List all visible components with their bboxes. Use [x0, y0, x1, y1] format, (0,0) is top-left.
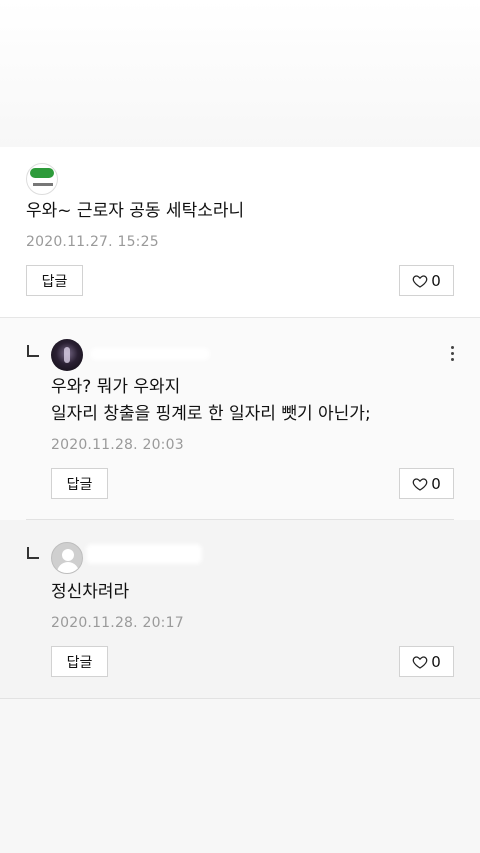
comment-date: 2020.11.28. 20:17: [51, 615, 184, 631]
reply-button[interactable]: 답글: [51, 646, 108, 677]
reply-comment-card: 우와? 뭐가 우와지 일자리 창출을 핑계로 한 일자리 뺏기 아닌가; 202…: [0, 318, 480, 520]
more-options-icon[interactable]: [451, 346, 455, 361]
reply-button[interactable]: 답글: [26, 265, 83, 296]
reply-button[interactable]: 답글: [51, 468, 108, 499]
like-button[interactable]: 0: [399, 265, 454, 296]
author-name-redacted: [90, 348, 210, 360]
avatar[interactable]: [51, 339, 83, 371]
like-count: 0: [431, 652, 441, 671]
author-name-redacted: [86, 544, 202, 564]
comment-text-line-1: 우와? 뭐가 우와지: [51, 377, 181, 397]
like-count: 0: [431, 474, 441, 493]
comment-text: 우와~ 근로자 공동 세탁소라니: [26, 201, 245, 221]
top-blank-area: [0, 0, 480, 147]
comment-card: 우와~ 근로자 공동 세탁소라니 2020.11.27. 15:25 답글 0: [0, 147, 480, 318]
comment-date: 2020.11.28. 20:03: [51, 437, 184, 453]
reply-comment-card: 정신차려라 2020.11.28. 20:17 답글 0: [0, 520, 480, 699]
comment-date: 2020.11.27. 15:25: [26, 234, 159, 250]
reply-arrow-icon: [27, 345, 39, 357]
comment-text: 정신차려라: [51, 582, 130, 602]
logo-leaf-icon: [30, 168, 54, 178]
heart-icon: [412, 477, 428, 491]
avatar-figure-icon: [64, 347, 70, 363]
like-button[interactable]: 0: [399, 468, 454, 499]
comment-text-line-2: 일자리 창출을 핑계로 한 일자리 뺏기 아닌가;: [51, 404, 371, 424]
reply-arrow-icon: [27, 547, 39, 559]
heart-icon: [412, 274, 428, 288]
heart-icon: [412, 655, 428, 669]
logo-phone-line-icon: [33, 183, 53, 186]
avatar[interactable]: [26, 163, 58, 195]
like-count: 0: [431, 271, 441, 290]
default-avatar-icon[interactable]: [51, 542, 83, 574]
like-button[interactable]: 0: [399, 646, 454, 677]
